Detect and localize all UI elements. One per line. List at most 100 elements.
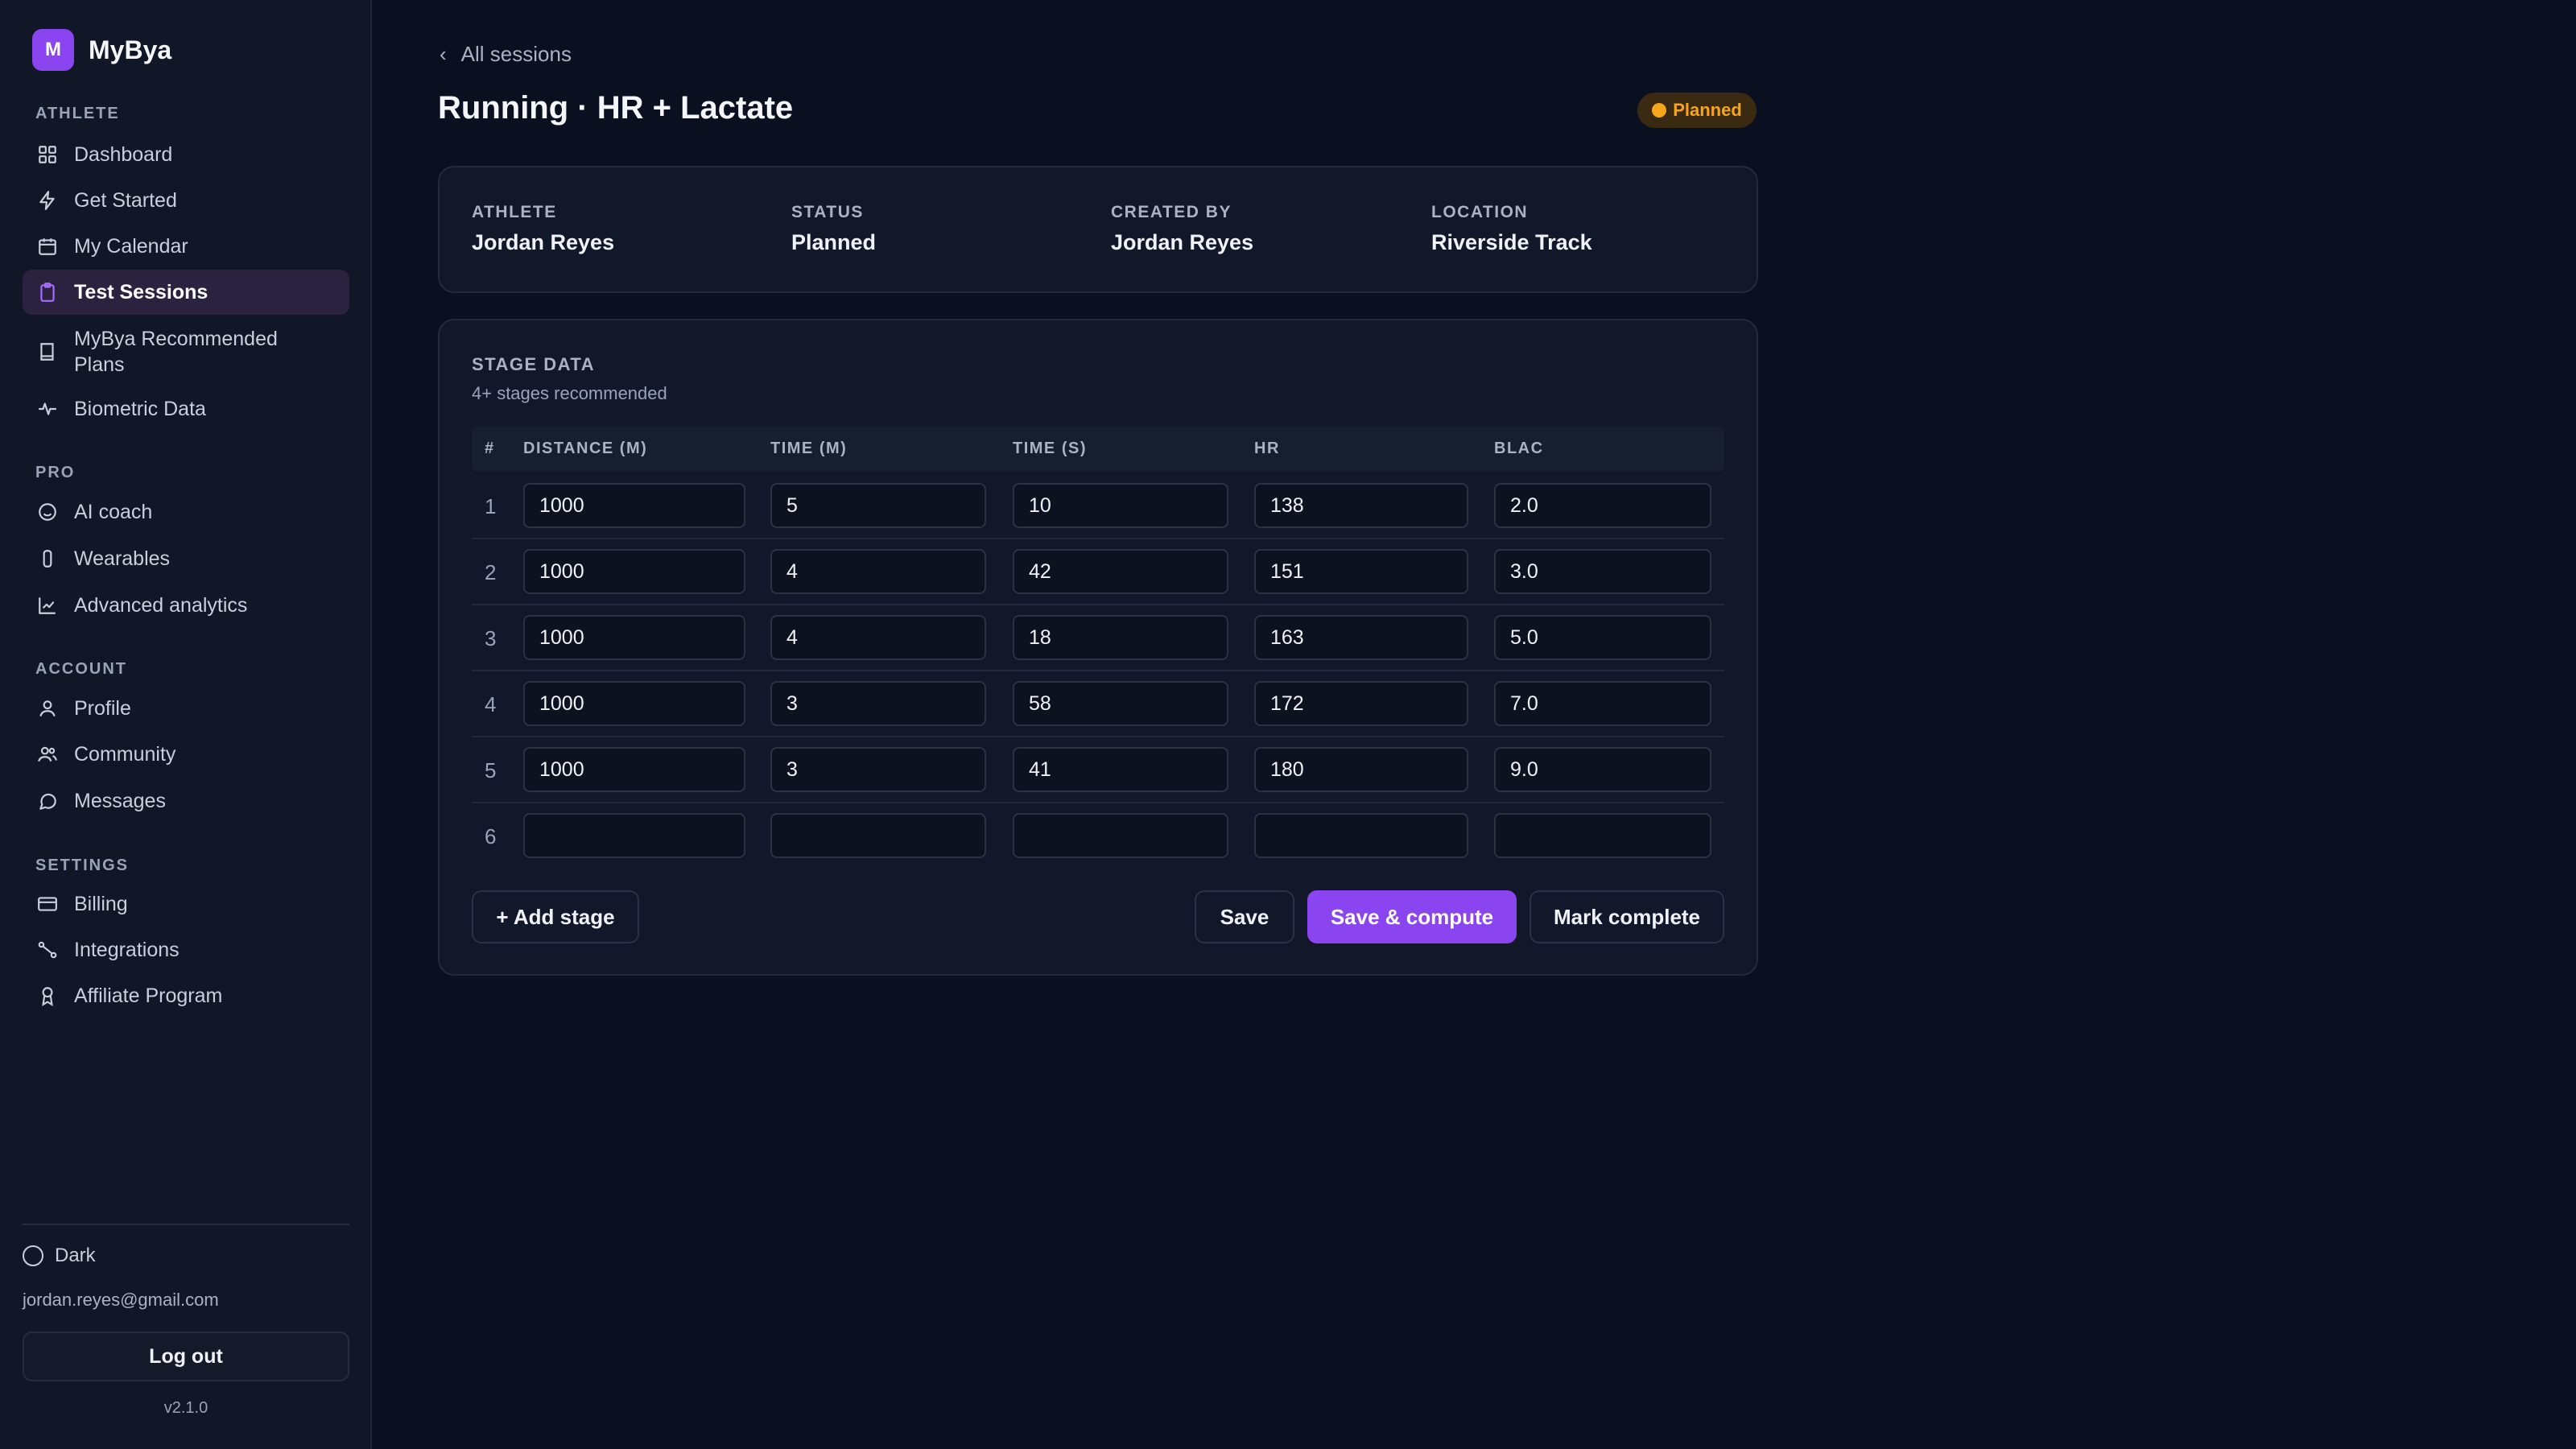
sidebar-item-community[interactable]: Community [23, 732, 349, 777]
row-number: 4 [485, 692, 497, 716]
hr-input[interactable]: 180 [1254, 747, 1468, 792]
hr-input[interactable]: 163 [1254, 615, 1468, 660]
sidebar-item-profile[interactable]: Profile [23, 686, 349, 731]
logout-button[interactable]: Log out [23, 1331, 349, 1381]
info-status: STATUS Planned [791, 203, 876, 255]
award-icon [37, 985, 58, 1006]
add-stage-button[interactable]: + Add stage [472, 890, 639, 943]
section-label-settings: SETTINGS [35, 857, 130, 874]
time-seconds-input[interactable]: 58 [1013, 681, 1228, 726]
sidebar-item-test-sessions[interactable]: Test Sessions [23, 270, 349, 315]
time-minutes-input[interactable]: 3 [770, 747, 986, 792]
sidebar-item-ai-coach[interactable]: AI coach [23, 489, 349, 535]
dashboard-icon [37, 144, 58, 165]
table-header: # DISTANCE (M) TIME (M) TIME (S) HR BLAC [472, 427, 1724, 472]
status-dot-icon [1652, 103, 1667, 118]
blac-input[interactable]: 3.0 [1494, 549, 1711, 594]
sidebar-item-biometric-data[interactable]: Biometric Data [23, 386, 349, 431]
watch-icon [37, 548, 58, 569]
distance-input[interactable]: 1000 [523, 747, 745, 792]
sidebar-item-label: Dashboard [74, 143, 173, 166]
blac-input[interactable] [1494, 813, 1711, 858]
sidebar-item-affiliate-program[interactable]: Affiliate Program [23, 973, 349, 1018]
bolt-icon [37, 190, 58, 211]
column-header: BLAC [1494, 440, 1544, 457]
card-icon [37, 894, 58, 914]
sidebar-item-label: Community [74, 743, 176, 766]
time-seconds-input[interactable]: 42 [1013, 549, 1228, 594]
stage-data-card: STAGE DATA 4+ stages recommended # DISTA… [438, 319, 1758, 976]
table-row: 1 1000 5 10 138 2.0 [472, 473, 1724, 539]
sidebar-item-label: Wearables [74, 547, 171, 570]
mark-complete-button[interactable]: Mark complete [1530, 890, 1724, 943]
stage-data-subtitle: 4+ stages recommended [472, 383, 667, 403]
row-number: 6 [485, 824, 497, 848]
book-icon [37, 341, 58, 362]
distance-input[interactable]: 1000 [523, 681, 745, 726]
row-number: 1 [485, 494, 497, 518]
info-value: Jordan Reyes [1111, 230, 1254, 254]
time-seconds-input[interactable]: 41 [1013, 747, 1228, 792]
time-minutes-input[interactable]: 3 [770, 681, 986, 726]
blac-input[interactable]: 9.0 [1494, 747, 1711, 792]
hr-input[interactable]: 151 [1254, 549, 1468, 594]
sidebar-item-label: Messages [74, 790, 166, 812]
sidebar-item-label: Integrations [74, 939, 180, 961]
time-seconds-input[interactable] [1013, 813, 1228, 858]
user-email: jordan.reyes@gmail.com [23, 1290, 219, 1310]
clipboard-icon [37, 282, 58, 303]
row-number: 2 [485, 560, 497, 584]
sidebar-item-label: AI coach [74, 501, 153, 523]
theme-toggle[interactable]: Dark [23, 1245, 96, 1267]
hr-input[interactable] [1254, 813, 1468, 858]
info-value: Jordan Reyes [472, 230, 615, 254]
sidebar-item-dashboard[interactable]: Dashboard [23, 132, 349, 177]
info-label: CREATED BY [1111, 203, 1232, 221]
sidebar-item-my-calendar[interactable]: My Calendar [23, 224, 349, 269]
info-value: Riverside Track [1431, 230, 1592, 254]
blac-input[interactable]: 2.0 [1494, 483, 1711, 528]
sidebar-item-label: MyBya Recommended Plans [74, 328, 278, 376]
info-created-by: CREATED BY Jordan Reyes [1111, 203, 1253, 255]
session-info-card: ATHLETE Jordan Reyes STATUS Planned CREA… [438, 166, 1758, 293]
sidebar-item-wearables[interactable]: Wearables [23, 536, 349, 581]
sidebar-item-messages[interactable]: Messages [23, 778, 349, 824]
sidebar-item-label: Profile [74, 697, 131, 720]
distance-input[interactable] [523, 813, 745, 858]
time-seconds-input[interactable]: 18 [1013, 615, 1228, 660]
distance-input[interactable]: 1000 [523, 549, 745, 594]
blac-input[interactable]: 5.0 [1494, 615, 1711, 660]
brand[interactable]: M MyBya [32, 29, 171, 71]
table-row: 2 1000 4 42 151 3.0 [472, 539, 1724, 605]
distance-input[interactable]: 1000 [523, 615, 745, 660]
time-minutes-input[interactable] [770, 813, 986, 858]
hr-input[interactable]: 172 [1254, 681, 1468, 726]
brand-logo: M [32, 29, 74, 71]
info-athlete: ATHLETE Jordan Reyes [472, 203, 614, 255]
sidebar-item-recommended-plans[interactable]: MyBya Recommended Plans [23, 320, 349, 384]
brand-name: MyBya [89, 35, 172, 64]
back-link[interactable]: ‹ All sessions [440, 42, 572, 67]
table-row: 3 1000 4 18 163 5.0 [472, 605, 1724, 671]
sidebar-item-advanced-analytics[interactable]: Advanced analytics [23, 583, 349, 628]
time-minutes-input[interactable]: 4 [770, 615, 986, 660]
time-seconds-input[interactable]: 10 [1013, 483, 1228, 528]
users-icon [37, 744, 58, 765]
calendar-icon [37, 236, 58, 257]
sidebar-item-billing[interactable]: Billing [23, 881, 349, 927]
column-header: HR [1254, 440, 1280, 457]
link-icon [37, 939, 58, 960]
save-and-compute-button[interactable]: Save & compute [1307, 890, 1517, 943]
sidebar-item-get-started[interactable]: Get Started [23, 178, 349, 223]
time-minutes-input[interactable]: 4 [770, 549, 986, 594]
page-title: Running · HR + Lactate [438, 90, 794, 126]
time-minutes-input[interactable]: 5 [770, 483, 986, 528]
save-button[interactable]: Save [1195, 890, 1294, 943]
theme-circle-icon [23, 1245, 43, 1266]
hr-input[interactable]: 138 [1254, 483, 1468, 528]
sidebar-item-integrations[interactable]: Integrations [23, 927, 349, 972]
back-link-label: All sessions [460, 42, 572, 66]
status-badge-label: Planned [1673, 100, 1742, 120]
blac-input[interactable]: 7.0 [1494, 681, 1711, 726]
distance-input[interactable]: 1000 [523, 483, 745, 528]
